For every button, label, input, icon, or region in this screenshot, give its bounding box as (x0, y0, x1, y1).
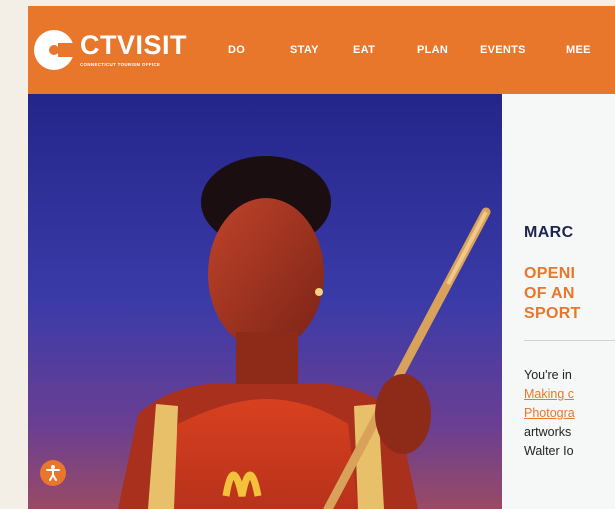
logo-tagline: CONNECTICUT TOURISM OFFICE (80, 62, 161, 68)
nav-item-meet[interactable]: MEE (566, 44, 606, 56)
hero-image (28, 94, 502, 509)
nav-item-plan[interactable]: PLAN (417, 44, 480, 56)
article-link[interactable]: Making c (524, 385, 615, 404)
article-body: You're in Making c Photogra artworks Wal… (524, 366, 615, 461)
main-nav: DO STAY EAT PLAN EVENTS MEE (228, 6, 606, 94)
logo-mark-icon (34, 30, 76, 70)
article-heading[interactable]: OPENI OF AN SPORT (524, 264, 615, 324)
page-frame: CTVISIT CONNECTICUT TOURISM OFFICE DO ST… (28, 6, 615, 509)
nav-item-eat[interactable]: EAT (353, 44, 417, 56)
accessibility-icon (46, 465, 60, 481)
article-date: MARC (524, 224, 574, 241)
divider (524, 340, 615, 341)
body-line: artworks (524, 425, 572, 439)
athlete-photo-icon (28, 94, 502, 509)
article-link[interactable]: Photogra (524, 404, 615, 423)
logo-text: CTVISIT CONNECTICUT TOURISM OFFICE (80, 32, 187, 68)
accessibility-button[interactable] (40, 460, 66, 486)
logo-name: CTVISIT (80, 30, 188, 61)
heading-line: OF AN (524, 285, 575, 302)
nav-item-do[interactable]: DO (228, 44, 290, 56)
site-logo[interactable]: CTVISIT CONNECTICUT TOURISM OFFICE (34, 28, 204, 72)
nav-item-stay[interactable]: STAY (290, 44, 353, 56)
nav-item-events[interactable]: EVENTS (480, 44, 566, 56)
site-header: CTVISIT CONNECTICUT TOURISM OFFICE DO ST… (28, 6, 615, 94)
body-line: You're in (524, 368, 572, 382)
article-panel: MARC OPENI OF AN SPORT You're in Making … (502, 94, 615, 509)
body-line: Walter Io (524, 444, 574, 458)
heading-line: OPENI (524, 265, 576, 282)
heading-line: SPORT (524, 305, 581, 322)
